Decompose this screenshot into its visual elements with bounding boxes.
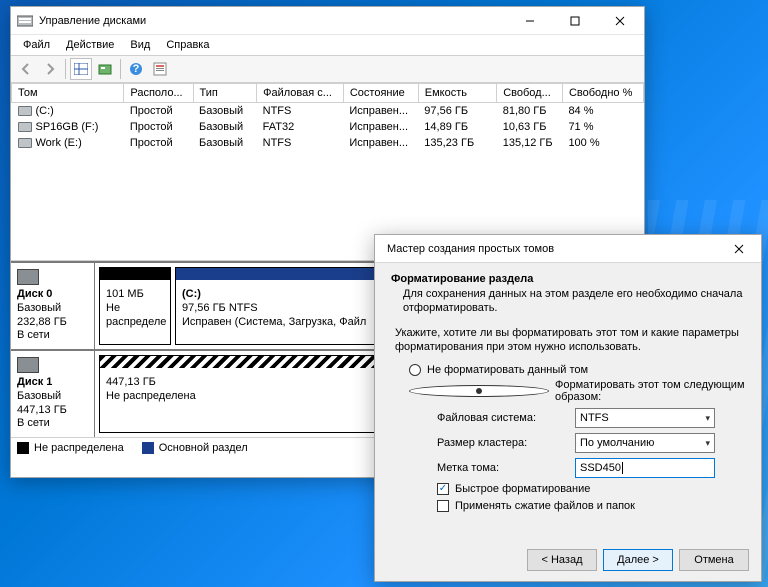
menu-view[interactable]: Вид (124, 37, 156, 53)
radio-do-format[interactable]: Форматировать этот том следующим образом… (409, 379, 745, 403)
maximize-button[interactable] (552, 7, 597, 35)
legend-primary: Основной раздел (159, 442, 248, 454)
close-button[interactable] (597, 7, 642, 35)
wizard-subtext: Для сохранения данных на этом разделе ег… (403, 287, 745, 316)
filesystem-value: NTFS (580, 412, 609, 424)
wizard-titlebar[interactable]: Мастер создания простых томов (375, 235, 761, 263)
wizard-title: Мастер создания простых томов (381, 243, 719, 255)
menu-help[interactable]: Справка (160, 37, 215, 53)
menu-file[interactable]: Файл (17, 37, 56, 53)
menu-action[interactable]: Действие (60, 37, 120, 53)
legend-unalloc: Не распределена (34, 442, 124, 454)
column-header[interactable]: Файловая с... (257, 84, 344, 103)
minimize-button[interactable] (507, 7, 552, 35)
column-header[interactable]: Свобод... (497, 84, 563, 103)
menubar: Файл Действие Вид Справка (11, 35, 644, 55)
radio-no-format[interactable]: Не форматировать данный том (409, 364, 745, 376)
properties-button[interactable] (149, 58, 171, 80)
checkbox-quick-label: Быстрое форматирование (455, 483, 590, 495)
label-cluster: Размер кластера: (437, 437, 567, 449)
cluster-value: По умолчанию (580, 437, 654, 449)
radio-do-format-label: Форматировать этот том следующим образом… (555, 379, 745, 403)
nav-back-button[interactable] (15, 58, 37, 80)
radio-icon (409, 385, 549, 397)
nav-fwd-button[interactable] (39, 58, 61, 80)
filesystem-select[interactable]: NTFS ▾ (575, 408, 715, 428)
column-header[interactable]: Располо... (124, 84, 193, 103)
chevron-down-icon: ▾ (705, 413, 710, 424)
next-button[interactable]: Далее > (603, 549, 673, 571)
cluster-select[interactable]: По умолчанию ▾ (575, 433, 715, 453)
wizard-text: Укажите, хотите ли вы форматировать этот… (395, 326, 745, 355)
chevron-down-icon: ▾ (705, 438, 710, 449)
table-row[interactable]: Work (E:)ПростойБазовыйNTFSИсправен...13… (12, 135, 644, 151)
label-filesystem: Файловая система: (437, 412, 567, 424)
checkbox-quick-format[interactable]: ✓ Быстрое форматирование (437, 483, 745, 495)
help-button[interactable]: ? (125, 58, 147, 80)
column-header[interactable]: Свободно % (562, 84, 643, 103)
table-row[interactable]: (C:)ПростойБазовыйNTFSИсправен...97,56 Г… (12, 103, 644, 120)
radio-no-format-label: Не форматировать данный том (427, 364, 588, 376)
checkbox-icon: ✓ (437, 483, 449, 495)
close-icon[interactable] (719, 235, 759, 263)
radio-icon (409, 364, 421, 376)
disk-icon (17, 357, 39, 373)
column-header[interactable]: Состояние (343, 84, 418, 103)
window-title: Управление дисками (39, 15, 507, 27)
column-header[interactable]: Емкость (418, 84, 496, 103)
svg-text:?: ? (133, 63, 140, 75)
app-icon (17, 14, 33, 28)
partition[interactable]: 101 МБНе распределе (99, 267, 171, 345)
column-header[interactable]: Тип (193, 84, 257, 103)
volume-label-input[interactable]: SSD450 (575, 458, 715, 478)
volume-label-value: SSD450 (580, 462, 621, 474)
disk-header[interactable]: Диск 1Базовый447,13 ГБВ сети (11, 351, 95, 437)
label-volume: Метка тома: (437, 462, 567, 474)
checkbox-compress-label: Применять сжатие файлов и папок (455, 500, 635, 512)
toolbar: ? (11, 55, 644, 83)
tool-layout-button[interactable] (70, 58, 92, 80)
wizard-dialog: Мастер создания простых томов Форматиров… (374, 234, 762, 582)
checkbox-compress[interactable]: Применять сжатие файлов и папок (437, 500, 745, 512)
column-header[interactable]: Том (12, 84, 124, 103)
back-button[interactable]: < Назад (527, 549, 597, 571)
wizard-heading: Форматирование раздела (391, 273, 745, 285)
cancel-button[interactable]: Отмена (679, 549, 749, 571)
titlebar[interactable]: Управление дисками (11, 7, 644, 35)
checkbox-icon (437, 500, 449, 512)
refresh-button[interactable] (94, 58, 116, 80)
disk-icon (17, 269, 39, 285)
table-row[interactable]: SP16GB (F:)ПростойБазовыйFAT32Исправен..… (12, 119, 644, 135)
disk-header[interactable]: Диск 0Базовый232,88 ГБВ сети (11, 263, 95, 349)
